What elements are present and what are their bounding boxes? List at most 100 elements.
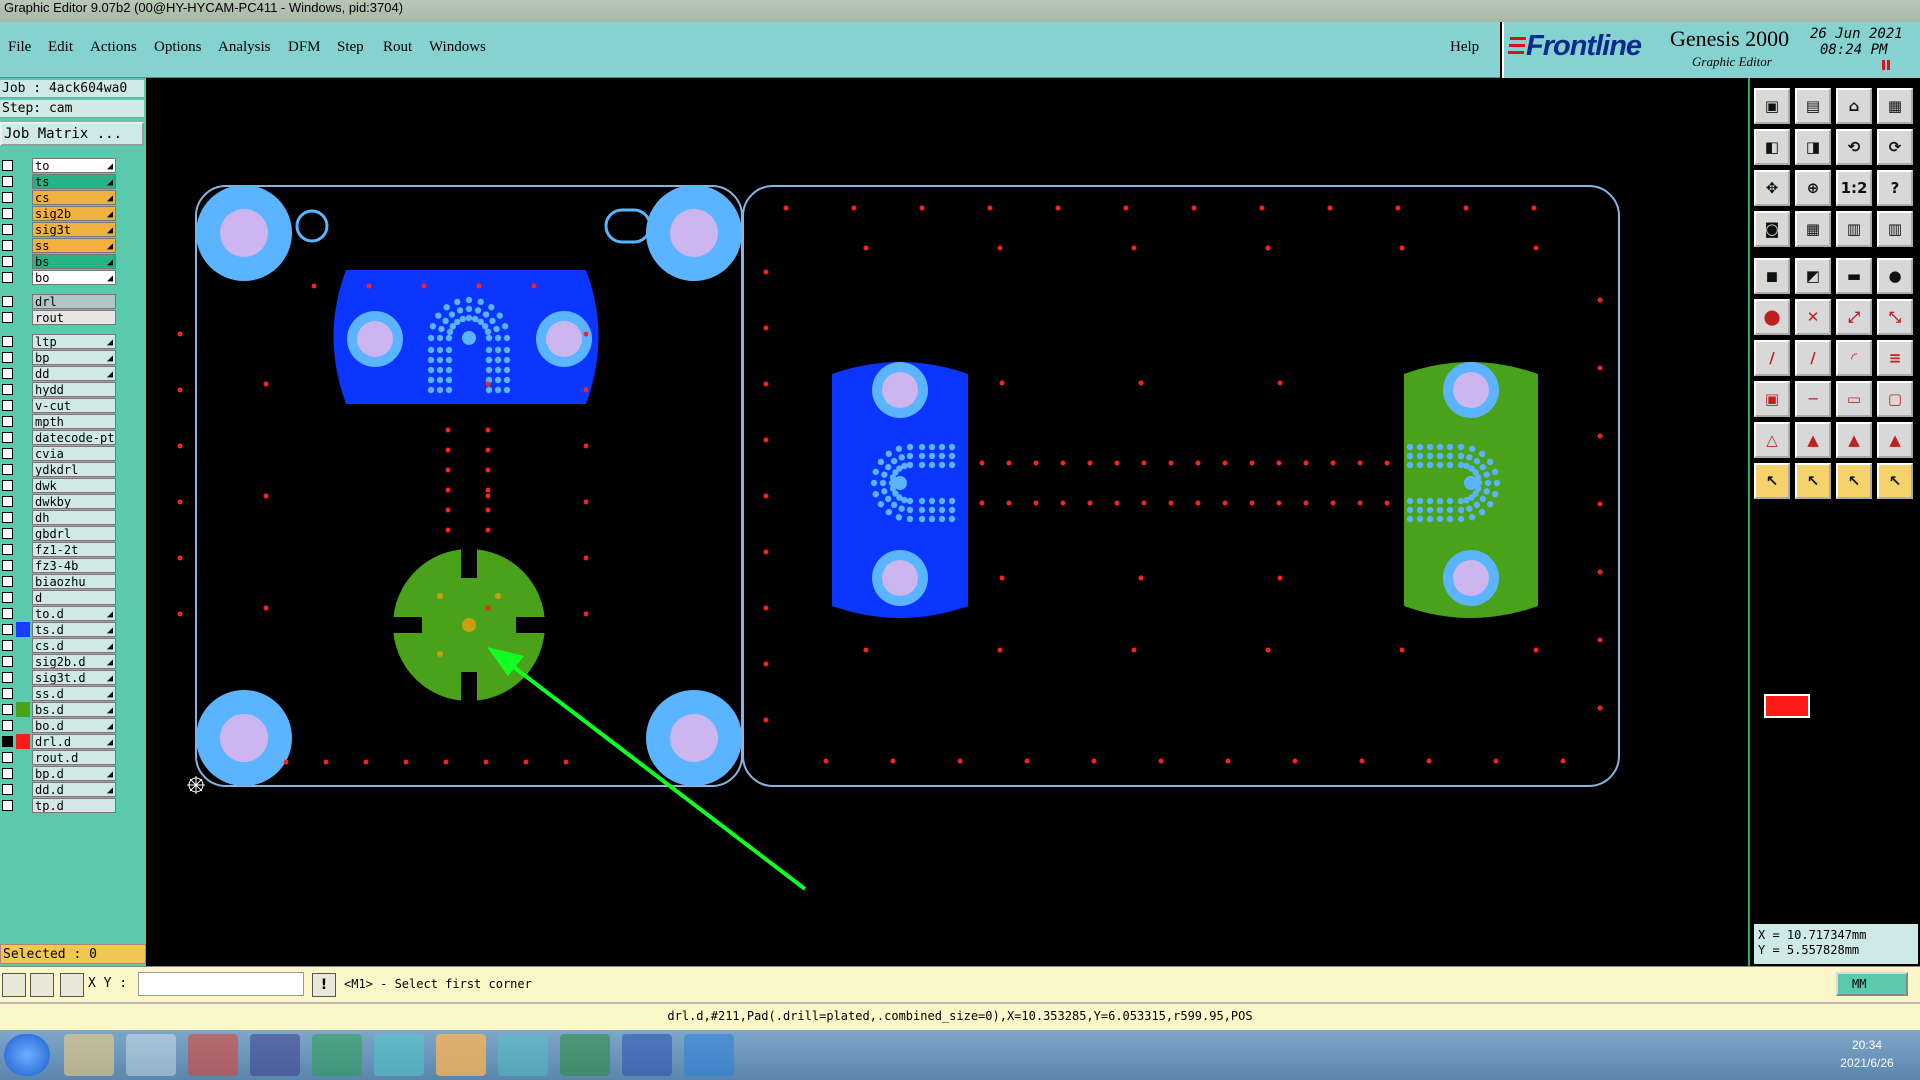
snap-icon[interactable]	[2, 973, 26, 997]
layer-checkbox[interactable]	[2, 432, 13, 443]
layer-checkbox[interactable]	[2, 272, 13, 283]
pan-left-icon[interactable]: ◧	[1754, 129, 1790, 165]
line-b-icon[interactable]: ∕	[1795, 340, 1831, 376]
layer-checkbox[interactable]	[2, 704, 13, 715]
layer-checkbox[interactable]	[2, 464, 13, 475]
home-icon[interactable]: ⌂	[1836, 88, 1872, 124]
layer-checkbox[interactable]	[2, 480, 13, 491]
layer-row[interactable]: dwkby	[0, 494, 118, 509]
layer-row[interactable]: d	[0, 590, 118, 605]
layer-row[interactable]: bp.d ◢	[0, 766, 118, 781]
ruler-icon[interactable]: ▬	[1836, 258, 1872, 294]
layer-row[interactable]: cvia	[0, 446, 118, 461]
layer-name[interactable]: dwk	[32, 478, 116, 493]
layer-row[interactable]: ltp ◢	[0, 334, 118, 349]
menu-actions[interactable]: Actions	[90, 39, 137, 56]
feature-edit-icon[interactable]: ◩	[1795, 258, 1831, 294]
pattern-icon[interactable]: ≡	[1877, 340, 1913, 376]
taskbar-app-1-icon[interactable]	[64, 1034, 114, 1076]
layer-name[interactable]: ydkdrl	[32, 462, 116, 477]
layer-row[interactable]: sig2b.d ◢	[0, 654, 118, 669]
layer-name[interactable]: sig2b.d ◢	[32, 654, 116, 669]
layer-name[interactable]: drl	[32, 294, 116, 309]
ratio-icon[interactable]: 1:2	[1836, 170, 1872, 206]
layer-row[interactable]: dd ◢	[0, 366, 118, 381]
tri-d-icon[interactable]: ▲	[1877, 422, 1913, 458]
layer-row[interactable]: biaozhu	[0, 574, 118, 589]
layer-name[interactable]: fz1-2t	[32, 542, 116, 557]
layer-row[interactable]: ts ◢	[0, 174, 118, 189]
taskbar-app-6-icon[interactable]	[374, 1034, 424, 1076]
layer-checkbox[interactable]	[2, 720, 13, 731]
layer-name[interactable]: ss ◢	[32, 238, 116, 253]
layer-checkbox[interactable]	[2, 688, 13, 699]
layer-row[interactable]: drl	[0, 294, 118, 309]
layer-name[interactable]: bp.d ◢	[32, 766, 116, 781]
copy-sel-icon[interactable]: ▢	[1877, 381, 1913, 417]
menu-file[interactable]: File	[8, 39, 31, 56]
layer-row[interactable]: datecode-pt	[0, 430, 118, 445]
menu-step[interactable]: Step	[337, 39, 364, 56]
taskbar-app-8-icon[interactable]	[498, 1034, 548, 1076]
layer-checkbox[interactable]	[2, 384, 13, 395]
layer-name[interactable]: sig3t.d ◢	[32, 670, 116, 685]
layer-name[interactable]: cs ◢	[32, 190, 116, 205]
tri-a-icon[interactable]: △	[1754, 422, 1790, 458]
layer-row[interactable]: drl.d ◢	[0, 734, 118, 749]
units-selector[interactable]: MM	[1836, 972, 1908, 996]
layer-checkbox[interactable]	[2, 208, 13, 219]
layer-checkbox[interactable]	[2, 752, 13, 763]
taskbar-app-4-icon[interactable]	[250, 1034, 300, 1076]
layer-name[interactable]: to.d ◢	[32, 606, 116, 621]
alert-icon[interactable]: !	[312, 973, 336, 997]
redo-view-icon[interactable]: ⟳	[1877, 129, 1913, 165]
layer-name[interactable]: bo.d ◢	[32, 718, 116, 733]
snapshot-icon[interactable]: ◙	[1754, 211, 1790, 247]
layer-checkbox[interactable]	[2, 336, 13, 347]
taskbar-app-7-icon[interactable]	[436, 1034, 486, 1076]
pan-right-icon[interactable]: ◨	[1795, 129, 1831, 165]
layer-name[interactable]: cs.d ◢	[32, 638, 116, 653]
undo-view-icon[interactable]: ⟲	[1836, 129, 1872, 165]
box-sel-icon[interactable]: ▭	[1836, 381, 1872, 417]
select-d-icon[interactable]: ↖	[1877, 463, 1913, 499]
line-a-icon[interactable]: ∕	[1754, 340, 1790, 376]
taskbar-app-2-icon[interactable]	[126, 1034, 176, 1076]
layer-name[interactable]: dh	[32, 510, 116, 525]
menu-rout[interactable]: Rout	[383, 39, 412, 56]
zoom-home-icon[interactable]: ▣	[1754, 88, 1790, 124]
pad-edit-icon[interactable]: ▣	[1754, 381, 1790, 417]
layer-name[interactable]: rout	[32, 310, 116, 325]
layer-checkbox[interactable]	[2, 416, 13, 427]
layer-checkbox[interactable]	[2, 768, 13, 779]
query-icon[interactable]: ?	[1877, 170, 1913, 206]
taskbar-app-5-icon[interactable]	[312, 1034, 362, 1076]
fit-profile-icon[interactable]: ⊕	[1795, 170, 1831, 206]
layer-name[interactable]: tp.d	[32, 798, 116, 813]
connect-icon[interactable]: ⤢	[1836, 299, 1872, 335]
cross-icon[interactable]: ✕	[1795, 299, 1831, 335]
layer-name[interactable]: hydd	[32, 382, 116, 397]
layer-name[interactable]: bs ◢	[32, 254, 116, 269]
layer-checkbox[interactable]	[2, 528, 13, 539]
arc-icon[interactable]: ◜	[1836, 340, 1872, 376]
layer-checkbox[interactable]	[2, 592, 13, 603]
layer-row[interactable]: fz1-2t	[0, 542, 118, 557]
layer-row[interactable]: hydd	[0, 382, 118, 397]
layer-checkbox[interactable]	[2, 448, 13, 459]
taskbar-app-11-icon[interactable]	[684, 1034, 734, 1076]
taskbar-app-3-icon[interactable]	[188, 1034, 238, 1076]
layer-row[interactable]: rout	[0, 310, 118, 325]
layer-checkbox[interactable]	[2, 608, 13, 619]
layer-row[interactable]: mpth	[0, 414, 118, 429]
graphic-canvas[interactable]	[146, 78, 1748, 966]
layer-checkbox[interactable]	[2, 352, 13, 363]
job-matrix-button[interactable]: Job Matrix ...	[0, 122, 144, 146]
layer-name[interactable]: v-cut	[32, 398, 116, 413]
layer-name[interactable]: sig3t ◢	[32, 222, 116, 237]
layer-name[interactable]: bp ◢	[32, 350, 116, 365]
tri-b-icon[interactable]: ▲	[1795, 422, 1831, 458]
layer-name[interactable]: to ◢	[32, 158, 116, 173]
layer-row[interactable]: dwk	[0, 478, 118, 493]
layer-checkbox[interactable]	[2, 312, 13, 323]
